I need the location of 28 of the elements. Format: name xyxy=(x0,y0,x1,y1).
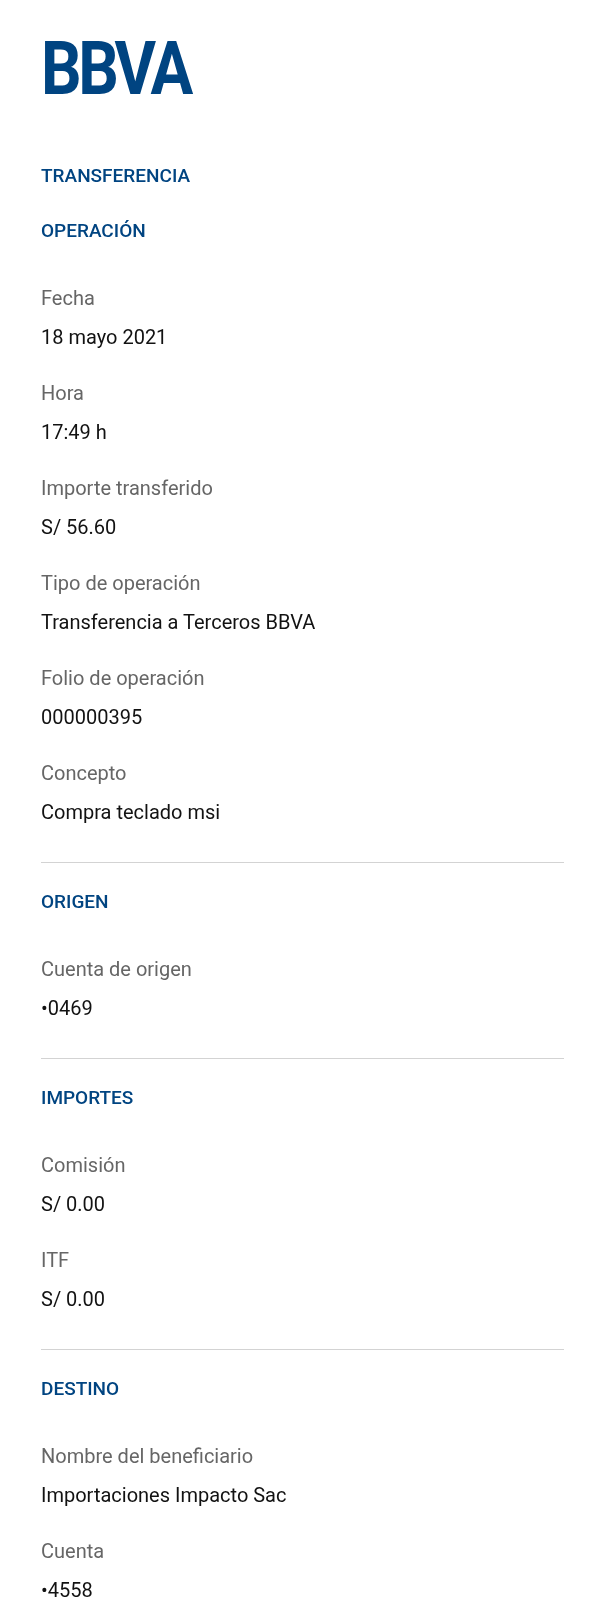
field-label: Concepto xyxy=(41,760,128,787)
field-label: Tipo de operación xyxy=(41,570,202,597)
field-value: 17:49 h xyxy=(41,419,108,446)
field-value: Importaciones Impacto Sac xyxy=(41,1482,288,1509)
field-label: Nombre del beneficiario xyxy=(41,1443,255,1470)
field-value: S/ 0.00 xyxy=(41,1286,107,1313)
field-value: Transferencia a Terceros BBVA xyxy=(41,609,317,636)
section-heading: DESTINO xyxy=(41,1376,121,1402)
field-value: •0469 xyxy=(41,995,94,1022)
section-heading: IMPORTES xyxy=(41,1085,135,1111)
section-heading: ORIGEN xyxy=(41,889,110,915)
field-label: ITF xyxy=(41,1247,71,1274)
field-value: S/ 56.60 xyxy=(41,514,118,541)
field-label: Cuenta xyxy=(41,1538,106,1565)
field-label: Importe transferido xyxy=(41,475,214,502)
field-label: Folio de operación xyxy=(41,665,206,692)
field-value: Compra teclado msi xyxy=(41,799,222,826)
page-title: TRANSFERENCIA xyxy=(41,163,192,189)
field-value: 18 mayo 2021 xyxy=(41,324,169,351)
field-value: S/ 0.00 xyxy=(41,1191,107,1218)
section-heading: OPERACIÓN xyxy=(41,218,147,244)
bank-logo: BBVA xyxy=(41,36,190,102)
field-label: Cuenta de origen xyxy=(41,956,193,983)
field-value: 000000395 xyxy=(41,704,144,731)
field-label: Hora xyxy=(41,380,85,407)
field-label: Fecha xyxy=(41,285,96,312)
field-label: Comisión xyxy=(41,1152,127,1179)
field-value: •4558 xyxy=(41,1577,94,1604)
